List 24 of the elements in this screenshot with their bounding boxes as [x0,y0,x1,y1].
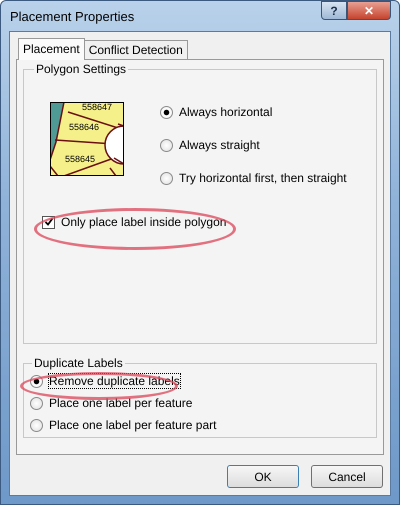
radio-option[interactable]: Place one label per feature part [30,414,368,436]
window-title: Placement Properties [9,8,134,24]
radio-option[interactable]: Always straight [160,138,347,152]
radio-option[interactable]: Remove duplicate labels [30,370,368,392]
radio-button[interactable] [160,172,173,184]
group-title: Polygon Settings [35,62,128,76]
help-button[interactable]: ? [321,1,347,20]
check-icon [44,217,54,227]
cancel-button[interactable]: Cancel [311,465,383,488]
tab[interactable]: Conflict Detection [84,40,188,59]
polygon-label: 558646 [69,122,100,132]
polygon-label: 558647 [82,102,112,112]
checkbox-option[interactable]: Only place label inside polygon [42,215,366,229]
tab[interactable]: Placement [18,38,85,60]
radio-option[interactable]: Try horizontal first, then straight [160,171,347,185]
radio-option[interactable]: Always horizontal [160,105,347,119]
polygon-label: 558645 [65,154,96,164]
radio-button[interactable] [30,396,43,410]
ok-button[interactable]: OK [227,465,299,488]
radio-button[interactable] [30,418,43,432]
radio-button[interactable] [160,138,173,152]
radio-button[interactable] [160,106,173,118]
group-title: Duplicate Labels [33,356,124,370]
radio-option[interactable]: Place one label per feature [30,392,368,414]
